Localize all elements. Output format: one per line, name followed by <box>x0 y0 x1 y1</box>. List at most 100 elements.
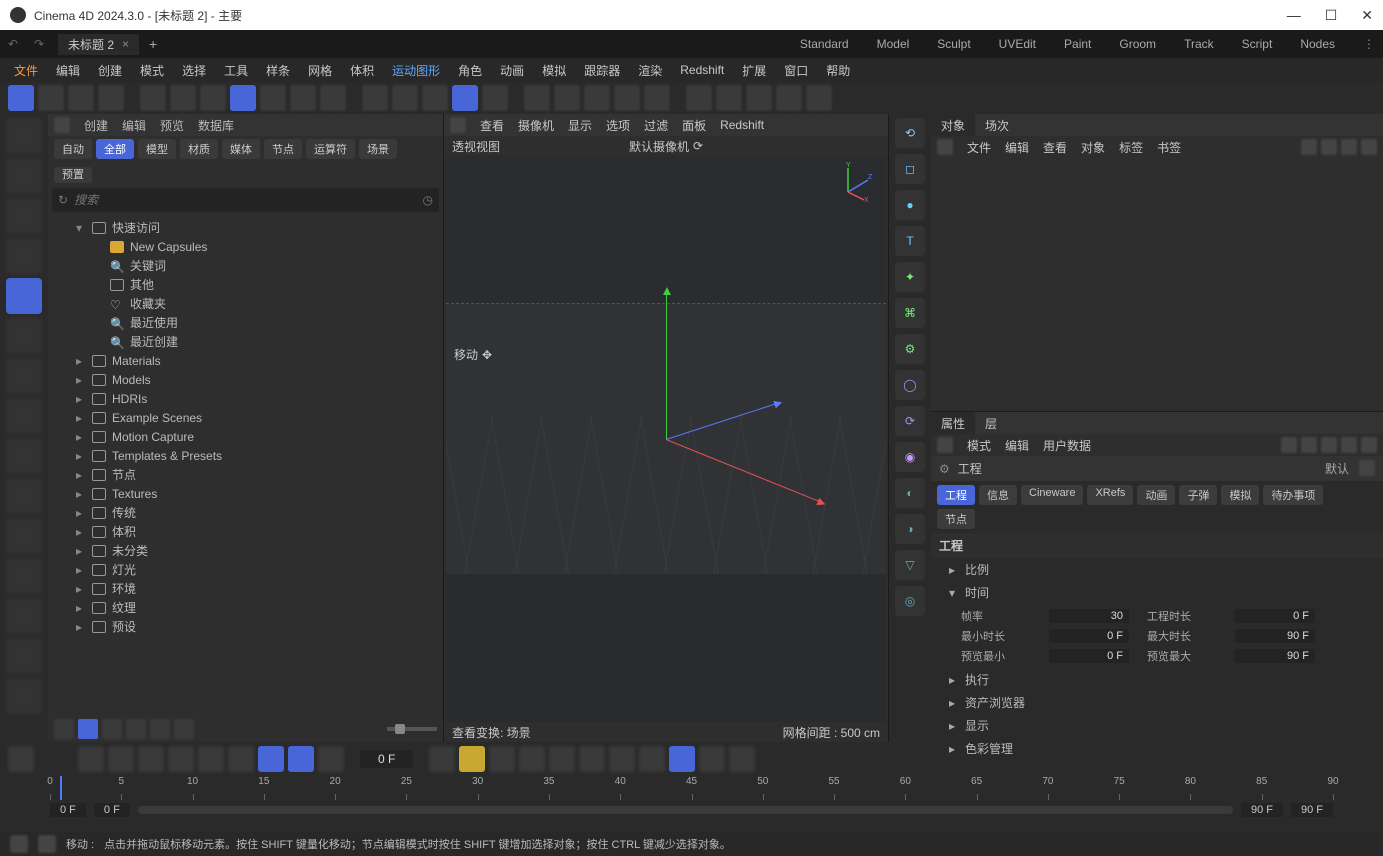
toolbar-icon[interactable] <box>644 85 670 111</box>
search-clock-icon[interactable]: ◷ <box>423 193 433 207</box>
axis-widget[interactable]: Y Z X <box>834 162 874 202</box>
panel-menu-icon[interactable] <box>54 117 70 133</box>
tl-button[interactable] <box>429 746 455 772</box>
toolbar-icon[interactable] <box>452 85 478 111</box>
tree-row[interactable]: ▸Motion Capture <box>48 427 443 446</box>
toolbar-icon[interactable] <box>170 85 196 111</box>
tl-button[interactable] <box>8 746 34 772</box>
vp-menu-item[interactable]: 选项 <box>606 117 630 134</box>
palette-icon[interactable]: ◉ <box>895 442 925 472</box>
tl-button[interactable] <box>519 746 545 772</box>
mode-icon[interactable] <box>6 518 42 554</box>
toolbar-icon[interactable] <box>554 85 580 111</box>
mode-icon[interactable] <box>6 238 42 274</box>
tl-play-button[interactable] <box>138 746 164 772</box>
filter-pill[interactable]: 媒体 <box>222 139 260 159</box>
palette-icon[interactable]: ⟳ <box>895 406 925 436</box>
menu-item[interactable]: 渲染 <box>630 60 670 81</box>
attr-menu-item[interactable]: 模式 <box>967 437 991 454</box>
mode-icon[interactable] <box>6 598 42 634</box>
current-frame[interactable]: 0 F <box>360 750 413 768</box>
mode-icon[interactable] <box>6 678 42 714</box>
toolbar-icon[interactable] <box>320 85 346 111</box>
vp-menu-item[interactable]: 摄像机 <box>518 117 554 134</box>
object-tree[interactable] <box>931 158 1383 411</box>
attr-tab[interactable]: 属性 <box>931 412 975 435</box>
attr-category[interactable]: 信息 <box>979 485 1017 505</box>
asset-menu-item[interactable]: 数据库 <box>198 117 234 134</box>
palette-icon[interactable]: ◻ <box>895 154 925 184</box>
preset-button[interactable]: 预置 <box>54 167 92 183</box>
layout-sculpt[interactable]: Sculpt <box>937 37 970 51</box>
tree-row[interactable]: ▸Templates & Presets <box>48 446 443 465</box>
vp-menu-item[interactable]: 过滤 <box>644 117 668 134</box>
search-tool-icon[interactable] <box>6 118 42 154</box>
palette-icon[interactable]: ⌘ <box>895 298 925 328</box>
attr-category[interactable]: 节点 <box>937 509 975 529</box>
menu-item[interactable]: 选择 <box>174 60 214 81</box>
palette-icon[interactable]: ◑ <box>895 514 925 544</box>
view-mode-icon[interactable] <box>78 719 98 739</box>
palette-icon[interactable]: ⚙ <box>895 334 925 364</box>
filter-pill[interactable]: 模型 <box>138 139 176 159</box>
palette-icon[interactable]: ▽ <box>895 550 925 580</box>
obj-tool-icon[interactable] <box>1361 139 1377 155</box>
tree-row[interactable]: ▸Models <box>48 370 443 389</box>
vp-menu-item[interactable]: 查看 <box>480 117 504 134</box>
pmax-value[interactable]: 90 F <box>1235 649 1315 663</box>
redo-button[interactable]: ↷ <box>30 35 48 53</box>
attr-category[interactable]: Cineware <box>1021 485 1083 505</box>
panel-menu-icon[interactable] <box>937 139 953 155</box>
toolbar-icon[interactable] <box>140 85 166 111</box>
obj-menu-item[interactable]: 文件 <box>967 139 991 156</box>
palette-icon[interactable]: T <box>895 226 925 256</box>
obj-menu-item[interactable]: 标签 <box>1119 139 1143 156</box>
view-mode-icon[interactable] <box>54 719 74 739</box>
attr-category[interactable]: 模拟 <box>1221 485 1259 505</box>
tree-row[interactable]: 其他 <box>48 275 443 294</box>
layout-model[interactable]: Model <box>877 37 910 51</box>
camera-lock-icon[interactable]: ⟳ <box>693 139 703 153</box>
minimize-button[interactable]: — <box>1287 7 1301 24</box>
obj-menu-item[interactable]: 书签 <box>1157 139 1181 156</box>
mode-icon[interactable] <box>6 438 42 474</box>
maximize-button[interactable]: ☐ <box>1325 7 1338 24</box>
asset-menu-item[interactable]: 编辑 <box>122 117 146 134</box>
toolbar-icon[interactable] <box>362 85 388 111</box>
tl-button[interactable] <box>318 746 344 772</box>
tree-row[interactable]: ▸未分类 <box>48 541 443 560</box>
attr-icon[interactable] <box>1359 460 1375 476</box>
tl-button[interactable] <box>699 746 725 772</box>
toolbar-icon[interactable] <box>746 85 772 111</box>
menu-item[interactable]: 帮助 <box>818 60 858 81</box>
tl-prev-button[interactable] <box>108 746 134 772</box>
panel-menu-icon[interactable] <box>937 437 953 453</box>
tree-row[interactable]: ▸传统 <box>48 503 443 522</box>
obj-tool-icon[interactable] <box>1321 139 1337 155</box>
tree-row[interactable]: ▸环境 <box>48 579 443 598</box>
attr-tab[interactable]: 层 <box>975 412 1007 435</box>
filter-pill[interactable]: 场景 <box>359 139 397 159</box>
tl-button[interactable] <box>198 746 224 772</box>
view-mode-icon[interactable] <box>102 719 122 739</box>
attr-category[interactable]: 动画 <box>1137 485 1175 505</box>
mode-icon[interactable] <box>6 398 42 434</box>
tl-button[interactable] <box>609 746 635 772</box>
vp-menu-item[interactable]: Redshift <box>720 118 764 132</box>
toolbar-icon[interactable] <box>806 85 832 111</box>
view-mode-icon[interactable] <box>174 719 194 739</box>
attr-category[interactable]: 待办事项 <box>1263 485 1323 505</box>
toolbar-icon[interactable] <box>260 85 286 111</box>
filter-pill[interactable]: 自动 <box>54 139 92 159</box>
toolbar-icon[interactable] <box>584 85 610 111</box>
toolbar-icon[interactable] <box>524 85 550 111</box>
obj-tool-icon[interactable] <box>1301 139 1317 155</box>
attr-tool-icon[interactable] <box>1361 437 1377 453</box>
palette-icon[interactable]: ⟲ <box>895 118 925 148</box>
obj-menu-item[interactable]: 编辑 <box>1005 139 1029 156</box>
layout-more-icon[interactable]: ⋮ <box>1355 37 1383 51</box>
toolbar-icon[interactable] <box>614 85 640 111</box>
menu-item[interactable]: 扩展 <box>734 60 774 81</box>
mode-icon[interactable] <box>6 558 42 594</box>
pmin-value[interactable]: 0 F <box>1049 649 1129 663</box>
